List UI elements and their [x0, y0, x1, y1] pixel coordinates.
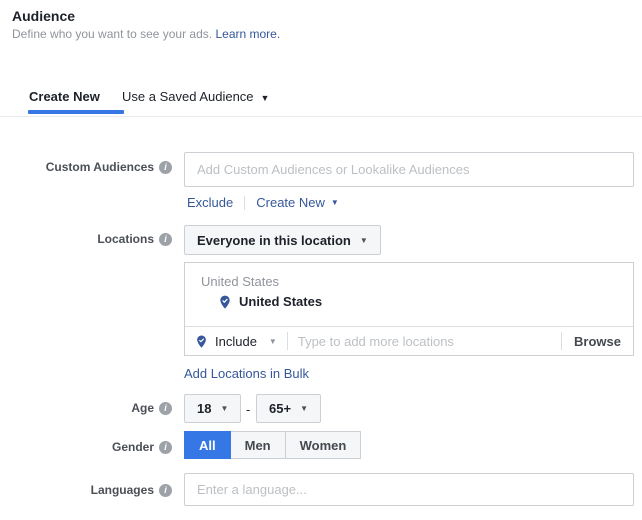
info-icon[interactable]: i	[159, 160, 172, 174]
locations-box: United States United States Include ▼ Br…	[184, 262, 634, 356]
caret-down-icon: ▼	[330, 198, 339, 207]
age-min-dropdown[interactable]: 18 ▼	[184, 394, 242, 423]
page-subtitle-text: Define who you want to see your ads.	[12, 27, 213, 41]
age-min-value: 18	[197, 401, 212, 416]
create-new-link[interactable]: Create New	[256, 195, 325, 210]
selected-location-name: United States	[239, 294, 323, 309]
location-include-row: Include ▼ Browse	[185, 326, 633, 355]
location-scope-dropdown[interactable]: Everyone in this location ▼	[184, 225, 381, 255]
tab-create-new[interactable]: Create New	[29, 89, 100, 104]
gender-label: Gender i	[0, 440, 172, 454]
location-group-header: United States	[201, 274, 280, 289]
add-locations-input[interactable]	[287, 333, 552, 349]
selected-location-item[interactable]: United States	[218, 294, 322, 309]
languages-label-text: Languages	[90, 483, 154, 497]
exclude-link[interactable]: Exclude	[187, 195, 233, 210]
location-pin-icon	[220, 295, 230, 308]
location-pin-icon	[197, 335, 206, 347]
gender-option-women[interactable]: Women	[284, 431, 362, 459]
age-label: Age i	[0, 401, 172, 415]
audience-panel: Audience Define who you want to see your…	[0, 0, 642, 520]
languages-input[interactable]	[184, 473, 634, 506]
active-tab-underline	[28, 110, 124, 114]
custom-audiences-links: Exclude Create New ▼	[187, 195, 339, 210]
caret-down-icon: ▼	[268, 336, 277, 346]
locations-label: Locations i	[0, 232, 172, 246]
page-subtitle: Define who you want to see your ads. Lea…	[12, 27, 280, 41]
caret-down-icon: ▼	[220, 404, 229, 413]
create-new-link-label: Create New	[256, 195, 325, 210]
age-label-text: Age	[131, 401, 154, 415]
include-dropdown[interactable]: Include ▼	[195, 334, 277, 349]
info-icon[interactable]: i	[159, 440, 172, 454]
age-max-dropdown[interactable]: 65+ ▼	[256, 394, 321, 423]
caret-down-icon: ▼	[300, 404, 308, 413]
learn-more-link[interactable]: Learn more.	[215, 27, 280, 41]
links-divider	[244, 195, 246, 210]
info-icon[interactable]: i	[159, 483, 172, 497]
gender-segmented-control: All Men Women	[184, 431, 362, 459]
tab-create-new-label: Create New	[29, 89, 100, 104]
tab-saved-audience-label: Use a Saved Audience	[122, 89, 254, 104]
add-locations-bulk-link[interactable]: Add Locations in Bulk	[184, 366, 309, 381]
gender-label-text: Gender	[111, 440, 154, 454]
tab-use-saved-audience[interactable]: Use a Saved Audience ▼	[122, 89, 269, 104]
custom-audiences-input[interactable]	[184, 152, 634, 187]
info-icon[interactable]: i	[159, 232, 172, 246]
age-range-separator: -	[246, 402, 251, 417]
browse-button[interactable]: Browse	[562, 334, 633, 349]
custom-audiences-label-text: Custom Audiences	[45, 160, 154, 174]
page-title: Audience	[12, 8, 76, 24]
custom-audiences-label: Custom Audiences i	[0, 160, 172, 174]
tabbar-divider	[0, 116, 642, 117]
age-max-value: 65+	[269, 401, 292, 416]
gender-option-all[interactable]: All	[184, 431, 231, 459]
info-icon[interactable]: i	[159, 401, 172, 415]
gender-option-men[interactable]: Men	[229, 431, 286, 459]
caret-down-icon: ▼	[260, 93, 270, 103]
caret-down-icon: ▼	[359, 235, 368, 245]
languages-label: Languages i	[0, 483, 172, 497]
location-scope-label: Everyone in this location	[197, 232, 351, 248]
locations-label-text: Locations	[97, 232, 154, 246]
include-dropdown-label: Include	[215, 333, 257, 349]
